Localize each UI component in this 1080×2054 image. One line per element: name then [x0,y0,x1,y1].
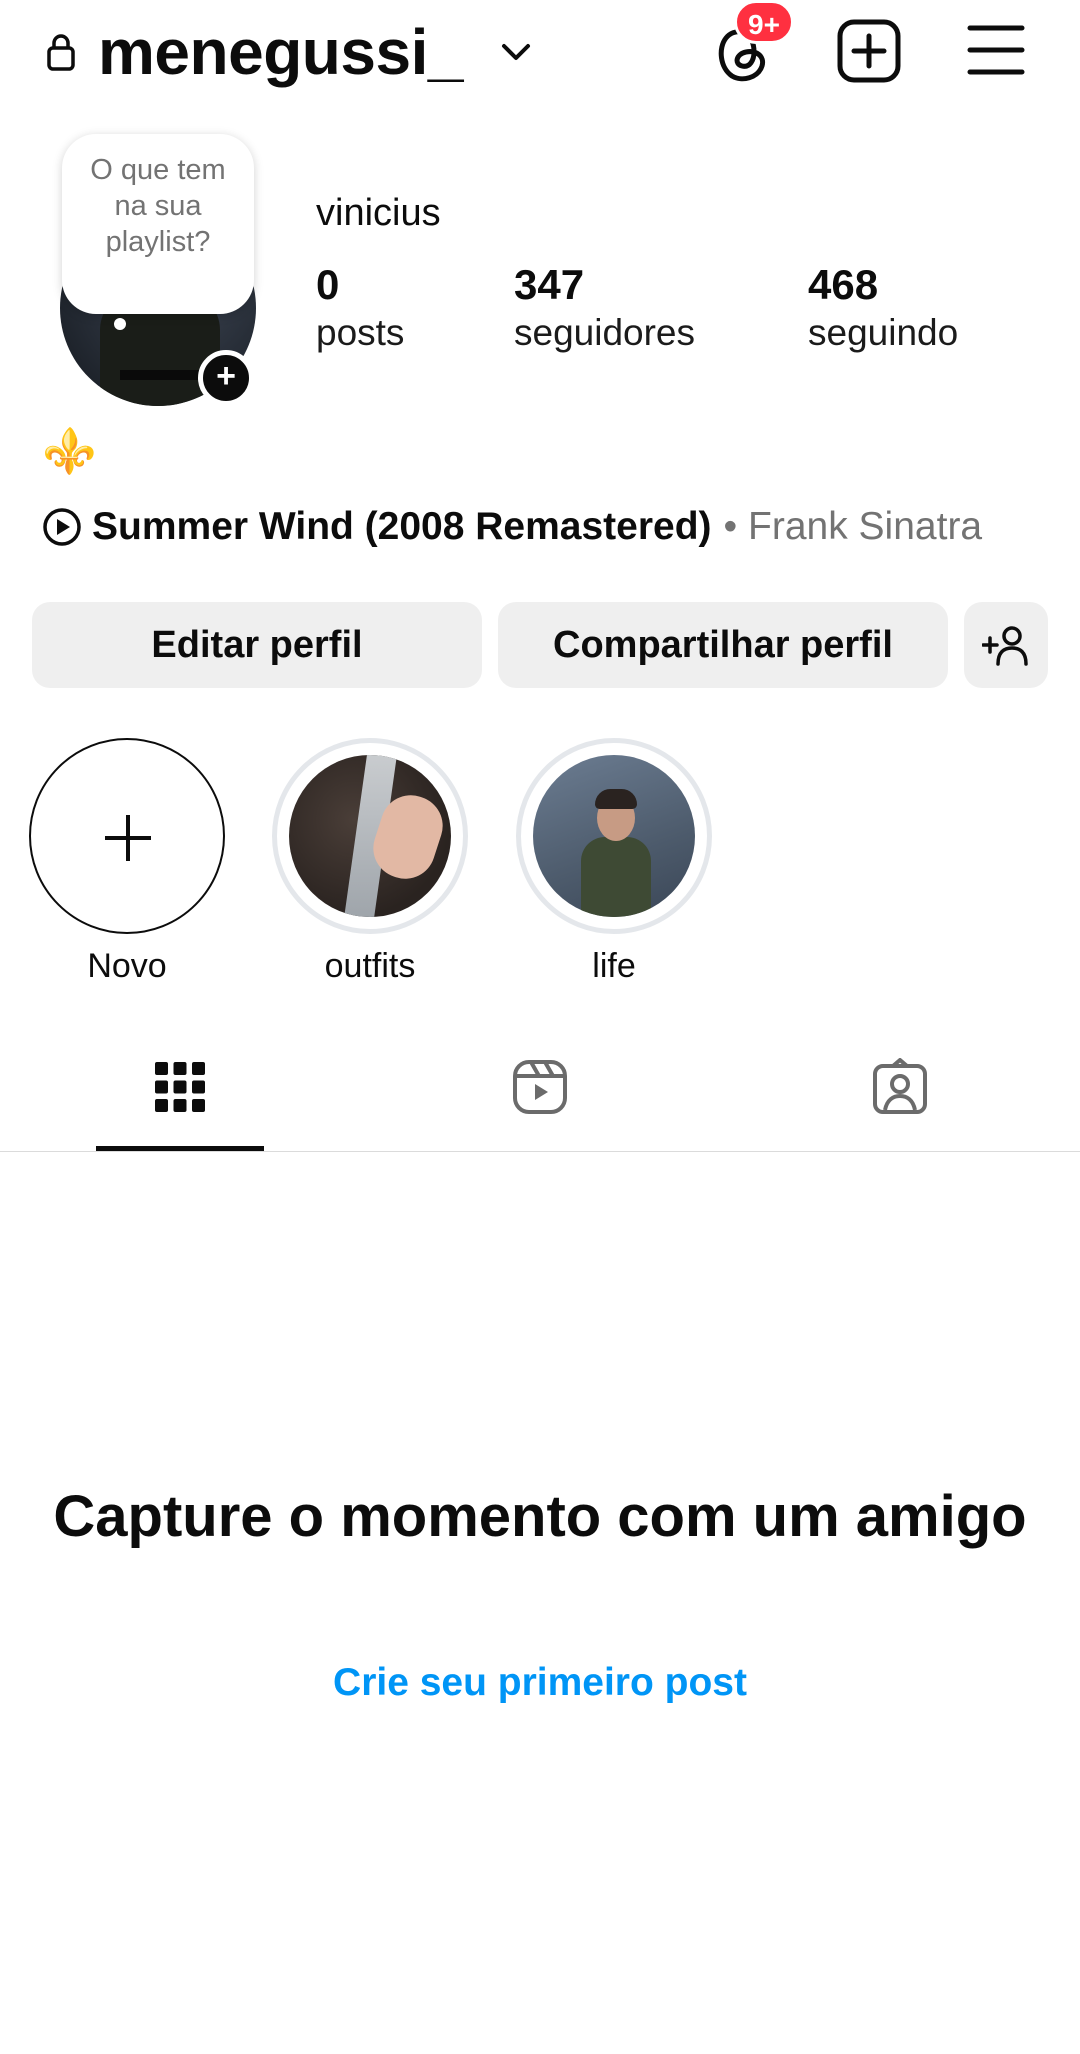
highlight-cover [272,738,468,934]
stat-label: seguidores [514,312,696,353]
share-profile-button[interactable]: Compartilhar perfil [498,602,948,688]
display-name: vinicius [316,192,441,234]
tab-posts[interactable] [0,1040,360,1152]
plus-icon [29,738,225,934]
empty-state-title: Capture o momento com um amigo [53,1484,1027,1549]
tagged-icon [873,1058,927,1114]
photo-detail [595,789,637,809]
highlight-label: life [592,947,636,985]
highlight-outfits[interactable]: outfits [272,738,468,986]
avatar-detail [120,370,200,380]
stat-value: 468 [808,261,879,308]
highlight-label: Novo [87,947,167,985]
tab-tagged[interactable] [720,1040,1080,1152]
account-username[interactable]: menegussi_ [98,10,463,94]
create-first-post-link[interactable]: Crie seu primeiro post [0,1658,1080,1708]
note-bubble-tail [114,318,126,330]
profile-header: menegussi_ 9+ [0,0,1080,110]
stat-label: posts [316,312,405,353]
play-icon [43,508,81,546]
tab-selected-indicator [96,1146,264,1151]
highlight-photo [533,755,695,917]
stat-value: 0 [316,261,340,308]
song-artist: • Frank Sinatra [723,505,983,548]
profile-tabs [0,1040,1080,1152]
add-person-icon [982,626,1028,666]
new-post-icon[interactable] [836,18,902,84]
highlight-photo [289,755,451,917]
stat-posts[interactable]: 0 posts [316,260,404,356]
edit-profile-button[interactable]: Editar perfil [32,602,482,688]
profile-note[interactable]: O que tem na sua playlist? [62,134,254,314]
highlight-label: outfits [324,947,416,985]
grid-icon [155,1062,205,1112]
stat-value: 347 [514,261,585,308]
add-story-icon[interactable]: + [198,350,254,406]
profile-music[interactable]: Summer Wind (2008 Remastered) • Frank Si… [42,502,982,552]
discover-people-button[interactable] [964,602,1048,688]
song-title: Summer Wind (2008 Remastered) [92,505,712,548]
reels-icon [513,1060,567,1114]
notification-badge: 9+ [734,0,794,44]
stat-label: seguindo [808,312,959,353]
stat-following[interactable]: 468 seguindo [808,260,958,356]
tab-reels[interactable] [360,1040,720,1152]
lock-icon [47,34,75,71]
highlight-new[interactable]: Novo [29,738,225,986]
highlight-cover [516,738,712,934]
stat-followers[interactable]: 347 seguidores [514,260,695,356]
bio-emoji: ⚜️ [42,427,97,476]
photo-detail [581,837,651,917]
menu-icon[interactable] [966,22,1026,78]
chevron-down-icon[interactable] [500,38,532,66]
highlight-life[interactable]: life [516,738,712,986]
